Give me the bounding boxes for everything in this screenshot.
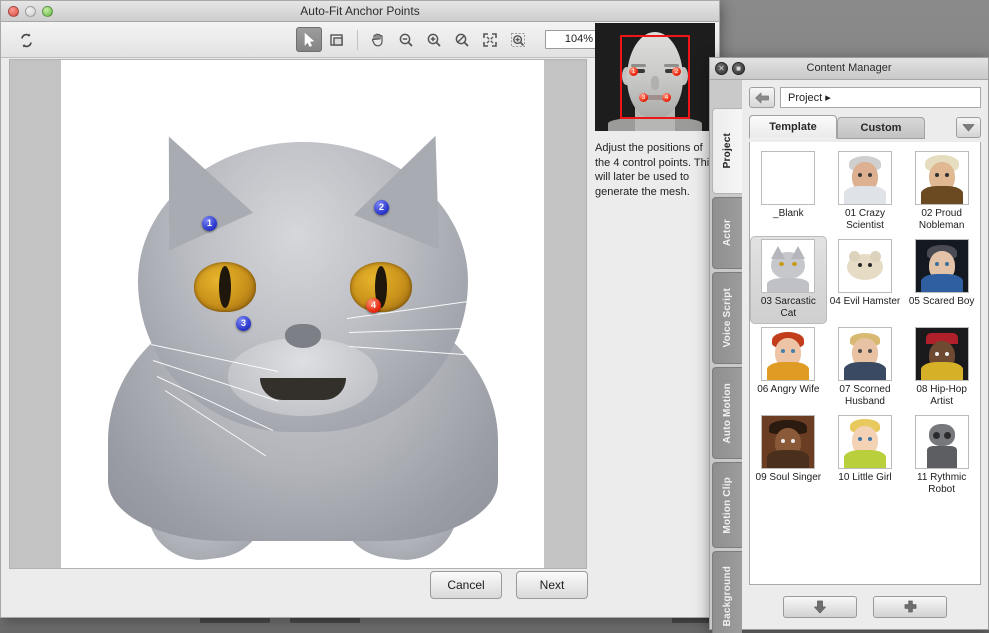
sidebar-tab-label: Project — [722, 133, 733, 169]
zoom-out-icon[interactable] — [393, 27, 419, 52]
list-item[interactable]: 06 Angry Wife — [750, 324, 827, 412]
anchor-point-4[interactable]: 4 — [366, 298, 381, 313]
reference-face-thumbnail: 1 2 3 4 — [595, 23, 715, 131]
face-detect-box — [620, 35, 690, 119]
source-photo[interactable]: 1 2 3 4 — [61, 60, 544, 568]
content-tabs: Template Custom — [749, 115, 981, 139]
zoom-reset-icon[interactable] — [449, 27, 475, 52]
reset-view-icon[interactable] — [13, 28, 39, 53]
download-button[interactable] — [783, 596, 857, 618]
sidebar-tab-auto-motion[interactable]: Auto Motion — [712, 367, 742, 459]
sidebar-tab-label: Background — [722, 565, 733, 627]
breadcrumb: Project ▸ — [749, 87, 981, 108]
cat-photo-art — [61, 60, 544, 568]
face-marker-4: 4 — [662, 93, 671, 102]
zoom-in-icon[interactable] — [421, 27, 447, 52]
cancel-button[interactable]: Cancel — [430, 571, 502, 599]
breadcrumb-path[interactable]: Project ▸ — [780, 87, 981, 108]
list-item[interactable]: 11 Rythmic Robot — [903, 412, 980, 500]
face-marker-2: 2 — [672, 67, 681, 76]
sidebar-tab-label: Voice Script — [722, 288, 733, 348]
face-marker-3: 3 — [639, 93, 648, 102]
item-thumbnail — [914, 151, 969, 205]
item-thumbnail — [914, 239, 969, 293]
tab-custom[interactable]: Custom — [837, 117, 925, 139]
item-thumbnail — [837, 239, 892, 293]
content-manager-window: ✕ ■ Content Manager Project Actor Voice … — [709, 57, 989, 633]
list-item-label: 06 Angry Wife — [757, 384, 820, 395]
list-item-label: 03 Sarcastic Cat — [760, 296, 816, 319]
chevron-down-icon[interactable] — [956, 117, 981, 138]
content-manager-title: Content Manager — [806, 62, 892, 74]
fit-screen-icon[interactable] — [477, 27, 503, 52]
face-marker-1: 1 — [629, 67, 638, 76]
item-thumbnail — [761, 415, 816, 469]
anchor-point-1[interactable]: 1 — [202, 216, 217, 231]
next-button[interactable]: Next — [516, 571, 588, 599]
list-item[interactable]: _Blank — [750, 148, 827, 236]
list-item[interactable]: 02 Proud Nobleman — [903, 148, 980, 236]
instruction-text: Adjust the positions of the 4 control po… — [595, 142, 715, 198]
content-manager-titlebar: ✕ ■ Content Manager — [710, 58, 988, 80]
anchor-point-3[interactable]: 3 — [236, 316, 251, 331]
sidebar-tab-label: Motion Clip — [722, 476, 733, 534]
add-button[interactable] — [873, 596, 947, 618]
sidebar-tab-actor[interactable]: Actor — [712, 197, 742, 269]
list-item-label: 01 Crazy Scientist — [844, 208, 885, 231]
marquee-icon[interactable] — [324, 27, 350, 52]
sidebar-tab-motion-clip[interactable]: Motion Clip — [712, 462, 742, 548]
image-canvas[interactable]: 1 2 3 4 — [9, 59, 587, 569]
item-thumbnail — [837, 151, 892, 205]
list-item[interactable]: 01 Crazy Scientist — [827, 148, 904, 236]
sidebar-tab-label: Actor — [722, 219, 733, 247]
toolbar-divider — [357, 29, 358, 50]
zoom-level-input[interactable]: 104% — [545, 30, 599, 49]
reference-side-panel: 1 2 3 4 Adjust the positions of the 4 co… — [595, 23, 717, 199]
list-item[interactable]: 03 Sarcastic Cat — [750, 236, 827, 324]
zoom-region-icon[interactable] — [505, 27, 531, 52]
item-thumbnail — [914, 415, 969, 469]
sidebar-tab-label: Auto Motion — [722, 382, 733, 444]
tab-template[interactable]: Template — [749, 115, 837, 139]
page-title: Auto-Fit Anchor Points — [300, 4, 420, 18]
list-item-label: 09 Soul Singer — [755, 472, 822, 483]
list-item[interactable]: 05 Scared Boy — [903, 236, 980, 324]
list-item-label: 11 Rythmic Robot — [917, 472, 967, 495]
list-item[interactable]: 09 Soul Singer — [750, 412, 827, 500]
main-titlebar: Auto-Fit Anchor Points — [1, 1, 719, 22]
list-item-label: 02 Proud Nobleman — [918, 208, 965, 231]
list-item-label: 08 Hip-Hop Artist — [916, 384, 967, 407]
arrow-select-icon[interactable] — [296, 27, 322, 52]
list-item-label: 10 Little Girl — [838, 472, 892, 483]
list-item-label: 04 Evil Hamster — [829, 296, 901, 307]
item-thumbnail — [761, 239, 816, 293]
sidebar-tab-background[interactable]: Background — [712, 551, 742, 633]
sidebar-tab-project[interactable]: Project — [712, 108, 742, 194]
item-thumbnail — [837, 327, 892, 381]
list-item-label: 07 Scorned Husband — [839, 384, 891, 407]
list-item[interactable]: 08 Hip-Hop Artist — [903, 324, 980, 412]
content-manager-sidebar: Project Actor Voice Script Auto Motion M… — [710, 80, 742, 633]
list-item[interactable]: 10 Little Girl — [827, 412, 904, 500]
list-item[interactable]: 04 Evil Hamster — [827, 236, 904, 324]
list-item-label: _Blank — [773, 208, 804, 219]
anchor-point-2[interactable]: 2 — [374, 200, 389, 215]
item-thumbnail — [761, 151, 816, 205]
item-thumbnail — [837, 415, 892, 469]
list-item[interactable]: 07 Scorned Husband — [827, 324, 904, 412]
list-item-label: 05 Scared Boy — [908, 296, 975, 307]
tool-group: 104% — [296, 27, 599, 52]
auto-fit-anchor-points-dialog: Auto-Fit Anchor Points 104% 1 2 3 4 1 2 … — [0, 0, 720, 618]
hand-pan-icon[interactable] — [365, 27, 391, 52]
item-thumbnail — [761, 327, 816, 381]
template-grid[interactable]: _Blank 01 Crazy Scientist 02 Proud Noble… — [749, 142, 981, 585]
sidebar-tab-voice-script[interactable]: Voice Script — [712, 272, 742, 364]
item-thumbnail — [914, 327, 969, 381]
content-manager-footer — [742, 585, 988, 629]
back-arrow-icon[interactable] — [749, 87, 775, 108]
dialog-actions: Cancel Next — [430, 571, 588, 599]
